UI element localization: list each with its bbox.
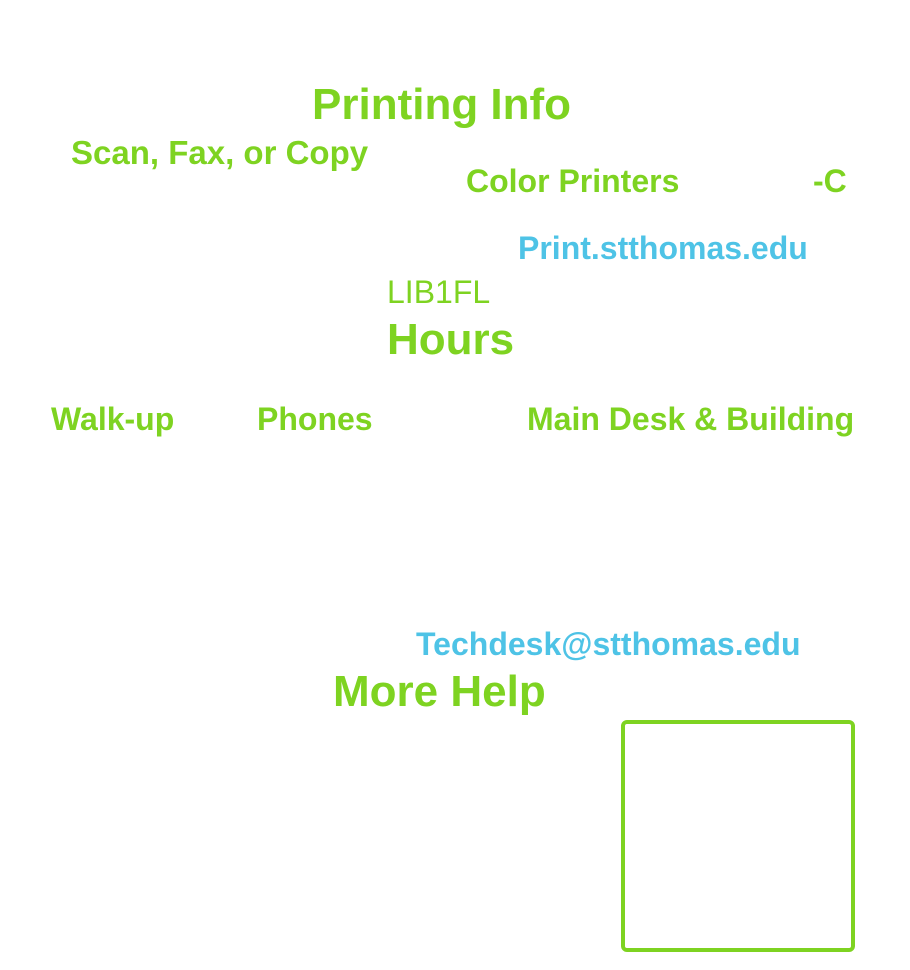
color-printer-suffix: -C (813, 163, 847, 199)
techdesk-email-link[interactable]: Techdesk@stthomas.edu (416, 628, 800, 660)
color-printers-label: Color Printers (466, 163, 680, 199)
walkup-hours-label: Walk-up (51, 401, 175, 437)
phones-hours-label: Phones (257, 401, 373, 437)
printer-name-label: LIB1FL (387, 274, 491, 310)
main-desk-hours-label: Main Desk & Building (527, 401, 855, 437)
hours-heading: Hours (387, 315, 515, 364)
print-website-link[interactable]: Print.stthomas.edu (518, 232, 808, 264)
printing-info-heading: Printing Info (312, 80, 572, 129)
more-help-heading: More Help (333, 667, 546, 716)
scan-fax-copy-label: Scan, Fax, or Copy (71, 134, 369, 171)
qr-code-frame (621, 720, 855, 952)
